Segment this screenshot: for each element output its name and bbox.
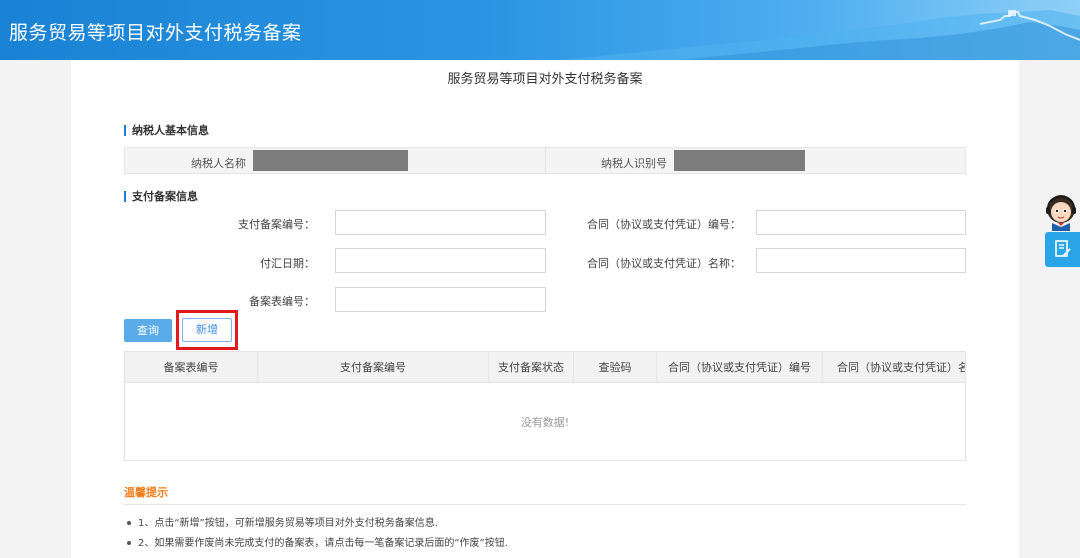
taxpayer-section-title: 纳税人基本信息 bbox=[124, 125, 209, 136]
table-header: 备案表编号 支付备案编号 支付备案状态 查验码 合同（协议或支付凭证）编号 合同… bbox=[125, 352, 965, 383]
records-table: 备案表编号 支付备案编号 支付备案状态 查验码 合同（协议或支付凭证）编号 合同… bbox=[124, 351, 966, 461]
column-header[interactable]: 合同（协议或支付凭证）名 bbox=[823, 352, 965, 383]
tip-text: 1、点击“新增”按钮，可新增服务贸易等项目对外支付税务备案信息. bbox=[138, 518, 438, 529]
taxpayer-id-label: 纳税人识别号 bbox=[601, 157, 667, 170]
payment-record-no-label: 支付备案编号： bbox=[238, 218, 315, 231]
tip-item: 2、如果需要作废尚未完成支付的备案表，请点击每一笔备案记录后面的“作废”按钮. bbox=[127, 534, 508, 549]
column-header[interactable]: 支付备案编号 bbox=[258, 352, 489, 383]
main-panel: 服务贸易等项目对外支付税务备案 纳税人基本信息 纳税人名称 纳税人识别号 支付备… bbox=[71, 60, 1019, 558]
bullet-icon bbox=[127, 541, 131, 545]
taxpayer-info-row: 纳税人名称 纳税人识别号 bbox=[124, 147, 966, 174]
contract-name-input[interactable] bbox=[756, 248, 966, 273]
bullet-icon bbox=[127, 521, 131, 525]
customer-service-avatar-icon[interactable] bbox=[1043, 193, 1079, 231]
contract-no-input[interactable] bbox=[756, 210, 966, 235]
add-button-highlight-box bbox=[176, 310, 238, 350]
header-title: 服务贸易等项目对外支付税务备案 bbox=[9, 22, 302, 44]
empty-message: 没有数据! bbox=[520, 416, 570, 429]
remit-date-input[interactable] bbox=[335, 248, 546, 273]
tip-text: 2、如果需要作废尚未完成支付的备案表，请点击每一笔备案记录后面的“作废”按钮. bbox=[138, 538, 508, 549]
tips-divider bbox=[124, 504, 966, 505]
document-icon[interactable] bbox=[1045, 232, 1080, 267]
tip-item: 1、点击“新增”按钮，可新增服务贸易等项目对外支付税务备案信息. bbox=[127, 514, 438, 529]
query-button[interactable]: 查询 bbox=[124, 319, 172, 342]
column-header[interactable]: 合同（协议或支付凭证）编号 bbox=[657, 352, 823, 383]
taxpayer-name-label: 纳税人名称 bbox=[191, 157, 246, 170]
contract-name-label: 合同（协议或支付凭证）名称： bbox=[587, 257, 741, 270]
form-no-label: 备案表编号： bbox=[249, 295, 315, 308]
great-wall-banner-graphic bbox=[560, 10, 1080, 60]
form-no-input[interactable] bbox=[335, 287, 546, 312]
page-title: 服务贸易等项目对外支付税务备案 bbox=[447, 72, 643, 87]
payment-record-no-input[interactable] bbox=[335, 210, 546, 235]
top-header-bar: 服务贸易等项目对外支付税务备案 bbox=[0, 0, 1080, 60]
payment-section-title: 支付备案信息 bbox=[124, 191, 198, 202]
column-header[interactable]: 查验码 bbox=[574, 352, 657, 383]
remit-date-label: 付汇日期： bbox=[260, 257, 315, 270]
taxpayer-id-redacted bbox=[674, 150, 805, 171]
document-icon-glyph bbox=[1054, 240, 1071, 257]
taxpayer-name-redacted bbox=[253, 150, 408, 171]
column-header[interactable]: 备案表编号 bbox=[125, 352, 258, 383]
info-divider bbox=[545, 148, 546, 173]
column-header[interactable]: 支付备案状态 bbox=[489, 352, 574, 383]
tips-title: 温馨提示 bbox=[124, 486, 168, 499]
contract-no-label: 合同（协议或支付凭证）编号： bbox=[587, 218, 741, 231]
